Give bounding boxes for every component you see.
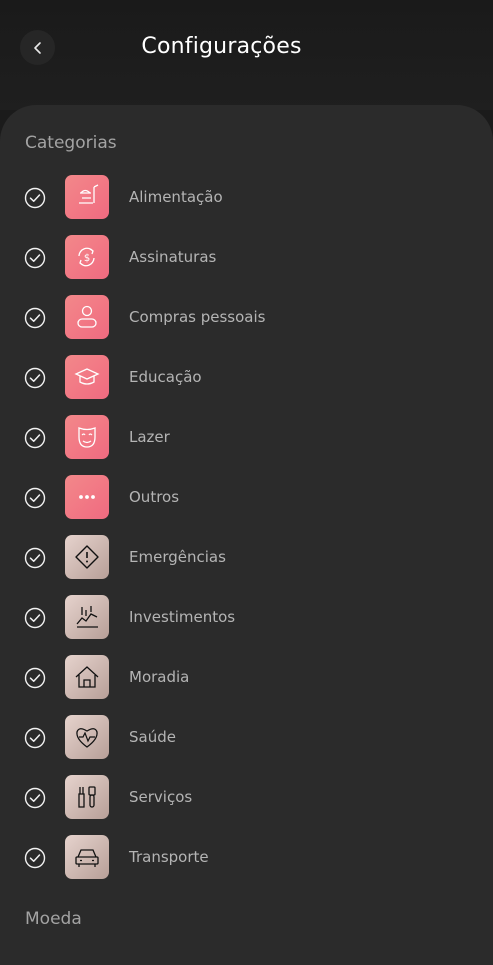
category-row[interactable]: Alimentação [0,175,493,221]
category-row[interactable]: Investimentos [0,595,493,641]
category-row[interactable]: Serviços [0,775,493,821]
food-icon [79,184,99,204]
category-icon-tile [65,775,109,819]
category-label: Compras pessoais [129,308,266,326]
category-icon-tile [65,595,109,639]
category-row[interactable]: Lazer [0,415,493,461]
car-icon [75,849,99,867]
category-row[interactable]: Outros [0,475,493,521]
category-label: Emergências [129,548,226,566]
check-circle-icon[interactable] [24,367,46,389]
house-icon [75,666,99,688]
categories-section-title: Categorias [25,133,117,153]
header: Configurações [0,0,493,110]
category-label: Investimentos [129,608,236,626]
category-row[interactable]: Transporte [0,835,493,881]
tools-icon [78,786,96,808]
category-icon-tile [65,535,109,579]
category-icon-tile [65,355,109,399]
check-circle-icon[interactable] [24,547,46,569]
category-icon-tile [65,475,109,519]
svg-text:$: $ [84,253,90,264]
category-row[interactable]: Educação [0,355,493,401]
category-row[interactable]: Compras pessoais [0,295,493,341]
more-icon [79,495,95,499]
person-icon [77,305,97,328]
category-label: Moradia [129,668,190,686]
category-label: Alimentação [129,188,223,206]
category-row[interactable]: Saúde [0,715,493,761]
category-row[interactable]: $ Assinaturas [0,235,493,281]
subscription-icon: $ [78,247,95,267]
category-icon-tile: $ [65,235,109,279]
currency-section-title: Moeda [25,909,82,929]
page-title: Configurações [141,34,302,59]
category-label: Educação [129,368,202,386]
category-label: Assinaturas [129,248,217,266]
category-icon-tile [65,415,109,459]
check-circle-icon[interactable] [24,187,46,209]
check-circle-icon[interactable] [24,787,46,809]
check-circle-icon[interactable] [24,847,46,869]
category-icon-tile [65,715,109,759]
check-circle-icon[interactable] [24,727,46,749]
heart-pulse-icon [76,728,98,748]
category-label: Serviços [129,788,193,806]
category-icon-tile [65,295,109,339]
category-icon-tile [65,835,109,879]
category-row[interactable]: Emergências [0,535,493,581]
category-icon-tile [65,655,109,699]
check-circle-icon[interactable] [24,487,46,509]
check-circle-icon[interactable] [24,307,46,329]
check-circle-icon[interactable] [24,667,46,689]
check-circle-icon[interactable] [24,607,46,629]
check-circle-icon[interactable] [24,247,46,269]
category-label: Lazer [129,428,170,446]
graduation-cap-icon [74,368,100,385]
investment-chart-icon [76,606,98,628]
category-row[interactable]: Moradia [0,655,493,701]
category-label: Outros [129,488,180,506]
category-label: Transporte [129,848,209,866]
warning-icon [75,545,99,569]
category-icon-tile [65,175,109,219]
mask-icon [78,427,96,448]
check-circle-icon[interactable] [24,427,46,449]
category-label: Saúde [129,728,176,746]
